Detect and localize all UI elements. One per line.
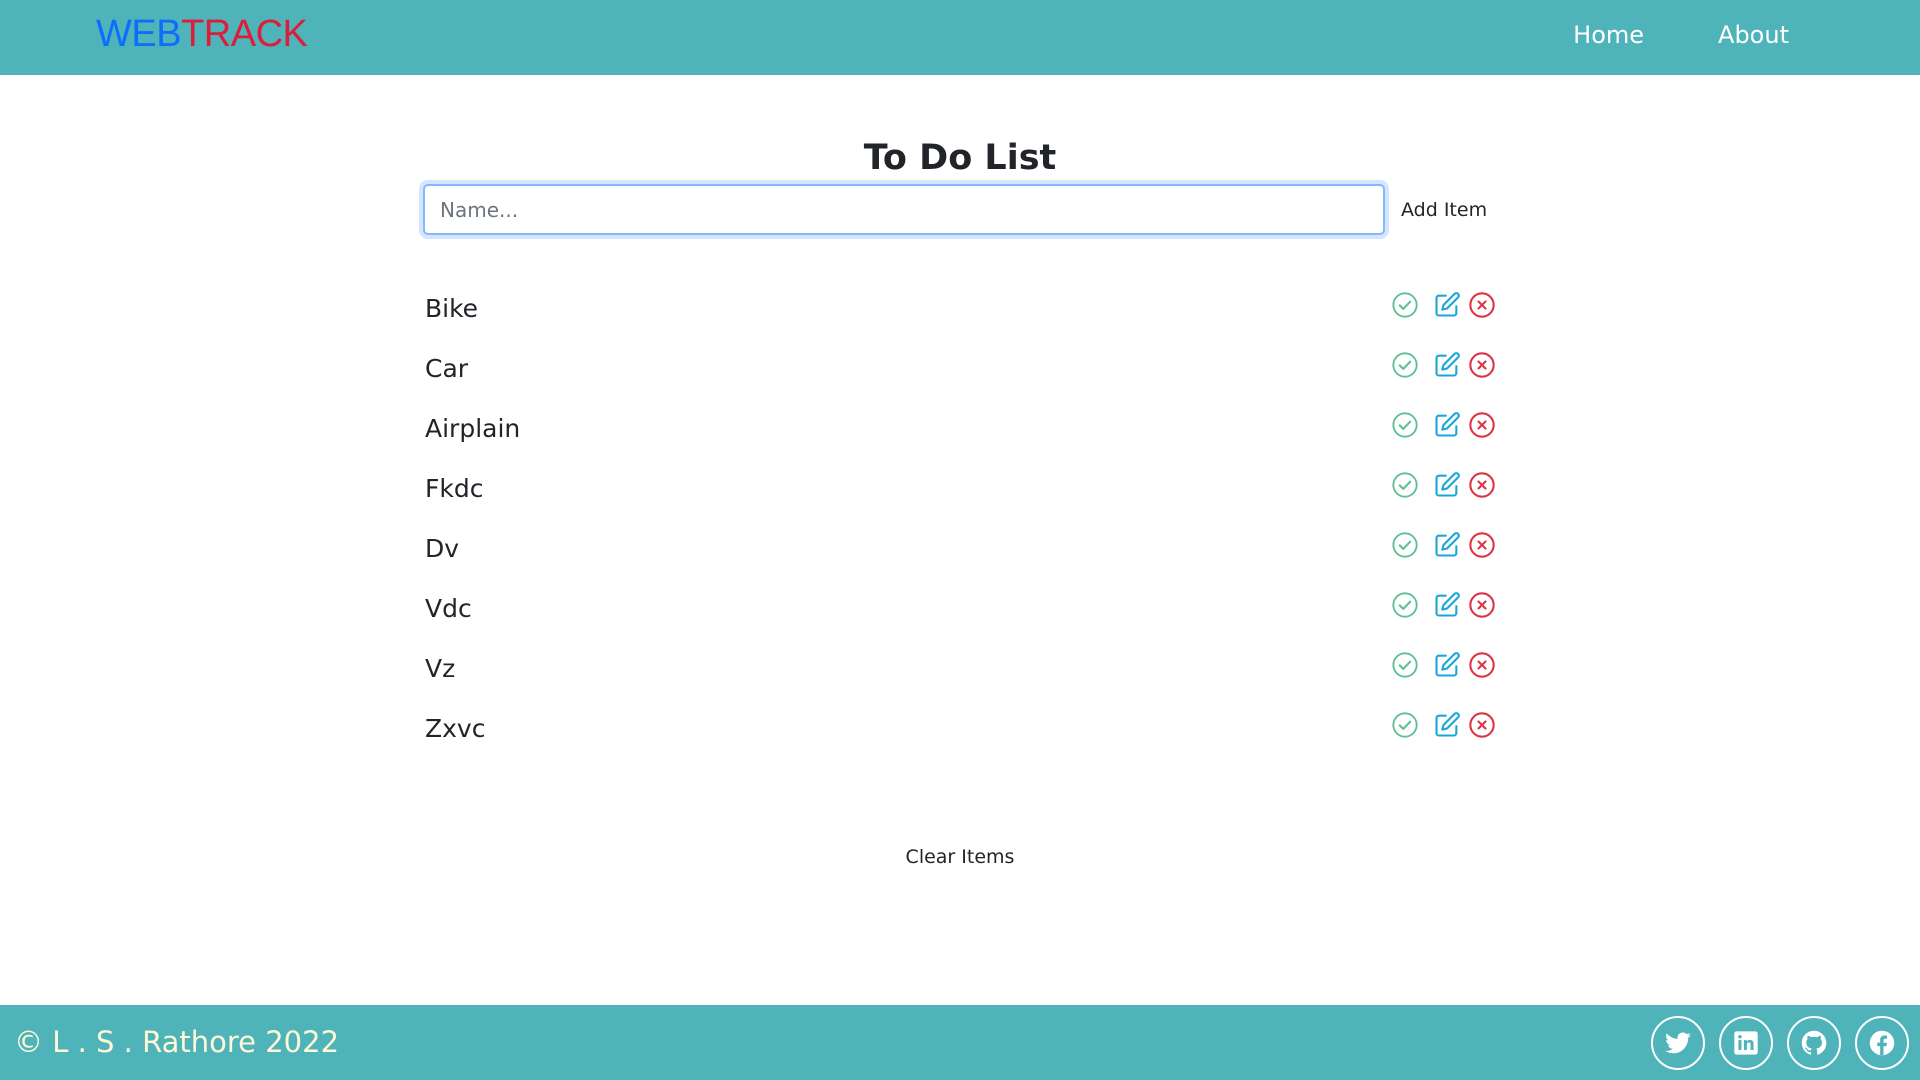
clear-items-button[interactable]: Clear Items <box>860 845 1060 869</box>
edit-icon[interactable] <box>1433 531 1461 559</box>
delete-circle-icon[interactable] <box>1468 351 1496 379</box>
edit-icon[interactable] <box>1433 591 1461 619</box>
edit-icon[interactable] <box>1433 291 1461 319</box>
check-circle-icon[interactable] <box>1391 711 1419 739</box>
facebook-link[interactable] <box>1855 1016 1909 1070</box>
delete-circle-icon[interactable] <box>1468 291 1496 319</box>
github-link[interactable] <box>1787 1016 1841 1070</box>
social-links <box>1651 1016 1909 1070</box>
todo-item: Vz <box>425 635 1500 695</box>
main-content: To Do List Add Item Bike Car Airplain Fkdc D… <box>0 75 1920 1005</box>
delete-circle-icon[interactable] <box>1468 411 1496 439</box>
edit-icon[interactable] <box>1433 411 1461 439</box>
edit-icon[interactable] <box>1433 351 1461 379</box>
todo-item-text: Vz <box>425 654 456 683</box>
todo-item: Vdc <box>425 575 1500 635</box>
check-circle-icon[interactable] <box>1391 291 1419 319</box>
page-title: To Do List <box>863 138 1057 179</box>
copyright-text: © L . S . Rathore 2022 <box>14 1025 340 1059</box>
nav-link-about[interactable]: About <box>1718 20 1789 50</box>
name-input[interactable] <box>423 184 1385 235</box>
todo-item: Zxvc <box>425 695 1500 755</box>
brand-logo[interactable]: WEBTRACK <box>96 13 308 55</box>
edit-icon[interactable] <box>1433 471 1461 499</box>
check-circle-icon[interactable] <box>1391 531 1419 559</box>
todo-item-text: Vdc <box>425 594 472 623</box>
todo-item: Bike <box>425 275 1500 335</box>
check-circle-icon[interactable] <box>1391 411 1419 439</box>
twitter-icon <box>1665 1032 1691 1054</box>
facebook-icon <box>1869 1030 1895 1056</box>
check-circle-icon[interactable] <box>1391 591 1419 619</box>
delete-circle-icon[interactable] <box>1468 531 1496 559</box>
todo-item-actions <box>1391 711 1496 739</box>
todo-item-actions <box>1391 651 1496 679</box>
todo-list: Bike Car Airplain Fkdc Dv Vdc Vz Zxvc <box>425 275 1500 755</box>
delete-circle-icon[interactable] <box>1468 711 1496 739</box>
edit-icon[interactable] <box>1433 651 1461 679</box>
delete-circle-icon[interactable] <box>1468 591 1496 619</box>
todo-item: Dv <box>425 515 1500 575</box>
check-circle-icon[interactable] <box>1391 351 1419 379</box>
nav-link-home[interactable]: Home <box>1573 20 1644 50</box>
todo-item-text: Fkdc <box>425 474 484 503</box>
todo-item-text: Dv <box>425 534 460 563</box>
linkedin-icon <box>1734 1031 1758 1055</box>
delete-circle-icon[interactable] <box>1468 471 1496 499</box>
todo-item-text: Zxvc <box>425 714 486 743</box>
footer: © L . S . Rathore 2022 <box>0 1005 1920 1080</box>
todo-item-text: Bike <box>425 294 479 323</box>
brand-part-web: WEB <box>96 13 182 55</box>
github-icon <box>1801 1030 1827 1055</box>
navbar: WEBTRACK Home About <box>0 0 1920 75</box>
todo-item-actions <box>1391 411 1496 439</box>
twitter-link[interactable] <box>1651 1016 1705 1070</box>
todo-item-actions <box>1391 471 1496 499</box>
todo-item-text: Airplain <box>425 414 521 443</box>
delete-circle-icon[interactable] <box>1468 651 1496 679</box>
check-circle-icon[interactable] <box>1391 651 1419 679</box>
brand-part-track: TRACK <box>181 13 308 55</box>
todo-item-actions <box>1391 531 1496 559</box>
add-item-form: Add Item <box>423 184 1491 235</box>
edit-icon[interactable] <box>1433 711 1461 739</box>
linkedin-link[interactable] <box>1719 1016 1773 1070</box>
todo-item: Fkdc <box>425 455 1500 515</box>
todo-item-text: Car <box>425 354 469 383</box>
todo-item-actions <box>1391 591 1496 619</box>
todo-item-actions <box>1391 351 1496 379</box>
todo-item-actions <box>1391 291 1496 319</box>
add-item-button[interactable]: Add Item <box>1397 195 1491 225</box>
nav-links: Home About <box>1573 20 1789 50</box>
todo-item: Airplain <box>425 395 1500 455</box>
check-circle-icon[interactable] <box>1391 471 1419 499</box>
todo-item: Car <box>425 335 1500 395</box>
